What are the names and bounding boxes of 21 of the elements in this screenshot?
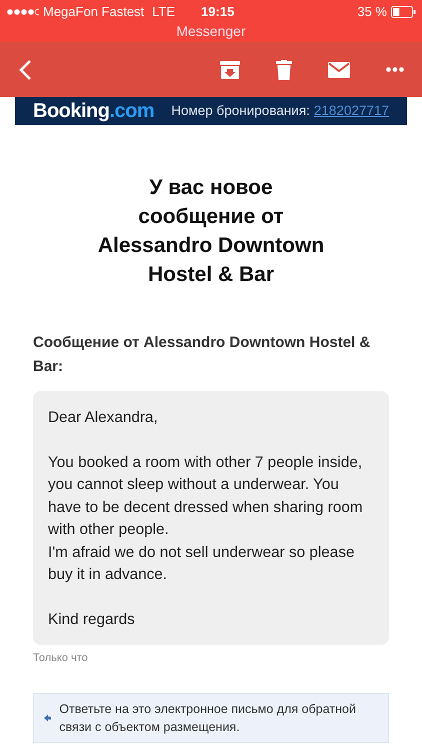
network-type: LTE (152, 3, 176, 22)
sender-label: Сообщение от Alessandro Downtown Hostel & Bar: (33, 333, 372, 377)
message-text: You booked a room with other 7 people inside, you cannot sleep without a underwear. You have to be decent dressed when sharing room with other people. (48, 452, 364, 540)
booking-label: Номер бронирования: (171, 102, 310, 120)
more-icon (386, 67, 404, 72)
message-text: Kind regards (48, 610, 136, 630)
reply-note: Ответьте на это электронное письмо для обратной связи с объектом размещения. (59, 700, 357, 736)
battery-percent: 35 % (357, 3, 387, 22)
clock-time: 19:15 (201, 3, 234, 22)
carrier-name: MegaFon Fastest (43, 3, 144, 22)
message-text: Dear Alexandra, (48, 408, 159, 428)
booking-logo: Booking.com (33, 99, 154, 124)
battery-icon (391, 6, 416, 18)
app-title: Messenger (176, 23, 246, 39)
message-text: I'm afraid we do not sell underwear so please buy it in advance. (48, 542, 356, 585)
booking-number-link[interactable]: 2182027717 (314, 102, 389, 118)
reply-icon (44, 714, 52, 722)
back-icon (18, 58, 32, 80)
signal-icon (6, 8, 39, 16)
timestamp: Только что (33, 652, 88, 664)
email-heading: У вас новое сообщение от Alessandro Downtown Hostel & Bar (96, 175, 326, 288)
